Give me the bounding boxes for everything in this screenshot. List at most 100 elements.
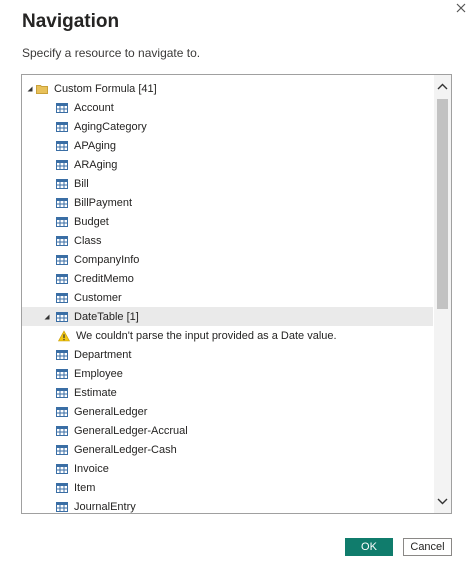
tree-item-label: GeneralLedger <box>74 405 148 418</box>
table-icon <box>56 425 68 436</box>
dialog-title: Navigation <box>22 11 120 32</box>
vertical-scrollbar[interactable] <box>434 75 451 513</box>
tree-item-label: Budget <box>74 215 109 228</box>
table-icon <box>56 102 68 113</box>
table-row[interactable]: Customer <box>22 288 433 307</box>
expander <box>42 478 52 497</box>
expander <box>42 402 52 421</box>
table-icon <box>56 406 68 417</box>
expander <box>42 193 52 212</box>
table-row[interactable]: JournalEntry <box>22 497 433 513</box>
tree-item-label: Invoice <box>74 462 109 475</box>
close-button[interactable] <box>452 0 470 16</box>
table-icon <box>56 216 68 227</box>
tree-item-label: CreditMemo <box>74 272 134 285</box>
table-row[interactable]: Class <box>22 231 433 250</box>
tree-item-label: GeneralLedger-Accrual <box>74 424 188 437</box>
table-row[interactable]: Budget <box>22 212 433 231</box>
tree-rows: Custom Formula [41] Account AgingCategory A… <box>22 79 433 513</box>
expander <box>42 212 52 231</box>
tree-item-label: BillPayment <box>74 196 133 209</box>
tree-item-label: GeneralLedger-Cash <box>74 443 177 456</box>
tree-item-label: ARAging <box>74 158 118 171</box>
tree-item-label: AgingCategory <box>74 120 147 133</box>
expander[interactable] <box>42 307 52 326</box>
tree-item-label: DateTable [1] <box>74 310 139 323</box>
table-icon <box>56 292 68 303</box>
expander <box>42 117 52 136</box>
tree-item-label: Class <box>74 234 102 247</box>
table-row[interactable]: GeneralLedger <box>22 402 433 421</box>
table-row[interactable]: DateTable [1] <box>22 307 433 326</box>
table-icon <box>56 311 68 322</box>
expander <box>42 231 52 250</box>
scroll-up-button[interactable] <box>434 78 451 95</box>
table-icon <box>56 482 68 493</box>
expander <box>42 364 52 383</box>
expander <box>42 250 52 269</box>
expanded-caret-icon[interactable] <box>27 86 33 92</box>
expander <box>42 155 52 174</box>
tree-item-label: APAging <box>74 139 116 152</box>
table-icon <box>56 197 68 208</box>
scroll-thumb[interactable] <box>437 99 448 309</box>
tree-item-label: Employee <box>74 367 123 380</box>
table-icon <box>56 387 68 398</box>
expander <box>42 136 52 155</box>
table-row[interactable]: Employee <box>22 364 433 383</box>
warning-message-row[interactable]: We couldn't parse the input provided as … <box>22 326 433 345</box>
table-icon <box>56 444 68 455</box>
table-row[interactable]: GeneralLedger-Cash <box>22 440 433 459</box>
expander <box>42 421 52 440</box>
ok-button[interactable]: OK <box>345 538 393 556</box>
expander <box>42 497 52 513</box>
table-row[interactable]: GeneralLedger-Accrual <box>22 421 433 440</box>
table-row[interactable]: CreditMemo <box>22 269 433 288</box>
chevron-down-icon <box>437 498 448 505</box>
tree-item-label: Department <box>74 348 132 361</box>
cancel-button[interactable]: Cancel <box>403 538 452 556</box>
table-icon <box>56 501 68 512</box>
table-icon <box>56 254 68 265</box>
table-row[interactable]: Bill <box>22 174 433 193</box>
tree-root-folder[interactable]: Custom Formula [41] <box>22 79 433 98</box>
table-icon <box>56 368 68 379</box>
tree-item-label: Item <box>74 481 96 494</box>
table-row[interactable]: Account <box>22 98 433 117</box>
warning-icon <box>58 329 70 341</box>
expander <box>42 288 52 307</box>
expander <box>42 345 52 364</box>
expander <box>42 440 52 459</box>
expanded-caret-icon[interactable] <box>44 314 50 320</box>
expander <box>42 459 52 478</box>
dialog-subtitle: Specify a resource to navigate to. <box>22 46 201 60</box>
expander <box>42 98 52 117</box>
tree-item-label: Estimate <box>74 386 117 399</box>
expander[interactable] <box>25 79 35 98</box>
navigator-tree[interactable]: Custom Formula [41] Account AgingCategory A… <box>21 74 452 514</box>
folder-icon <box>36 84 48 94</box>
table-row[interactable]: Item <box>22 478 433 497</box>
tree-item-label: Customer <box>74 291 122 304</box>
table-row[interactable]: CompanyInfo <box>22 250 433 269</box>
expander <box>42 383 52 402</box>
table-row[interactable]: AgingCategory <box>22 117 433 136</box>
table-icon <box>56 349 68 360</box>
table-row[interactable]: Invoice <box>22 459 433 478</box>
table-row[interactable]: Estimate <box>22 383 433 402</box>
tree-item-label: CompanyInfo <box>74 253 140 266</box>
table-row[interactable]: ARAging <box>22 155 433 174</box>
tree-item-label: JournalEntry <box>74 500 136 513</box>
scroll-down-button[interactable] <box>434 493 451 510</box>
expander <box>42 174 52 193</box>
table-row[interactable]: Department <box>22 345 433 364</box>
close-icon <box>456 3 466 13</box>
table-icon <box>56 273 68 284</box>
table-icon <box>56 235 68 246</box>
table-icon <box>56 463 68 474</box>
table-icon <box>56 178 68 189</box>
table-row[interactable]: APAging <box>22 136 433 155</box>
tree-item-label: Bill <box>74 177 89 190</box>
table-row[interactable]: BillPayment <box>22 193 433 212</box>
tree-item-label: Custom Formula [41] <box>54 82 157 95</box>
